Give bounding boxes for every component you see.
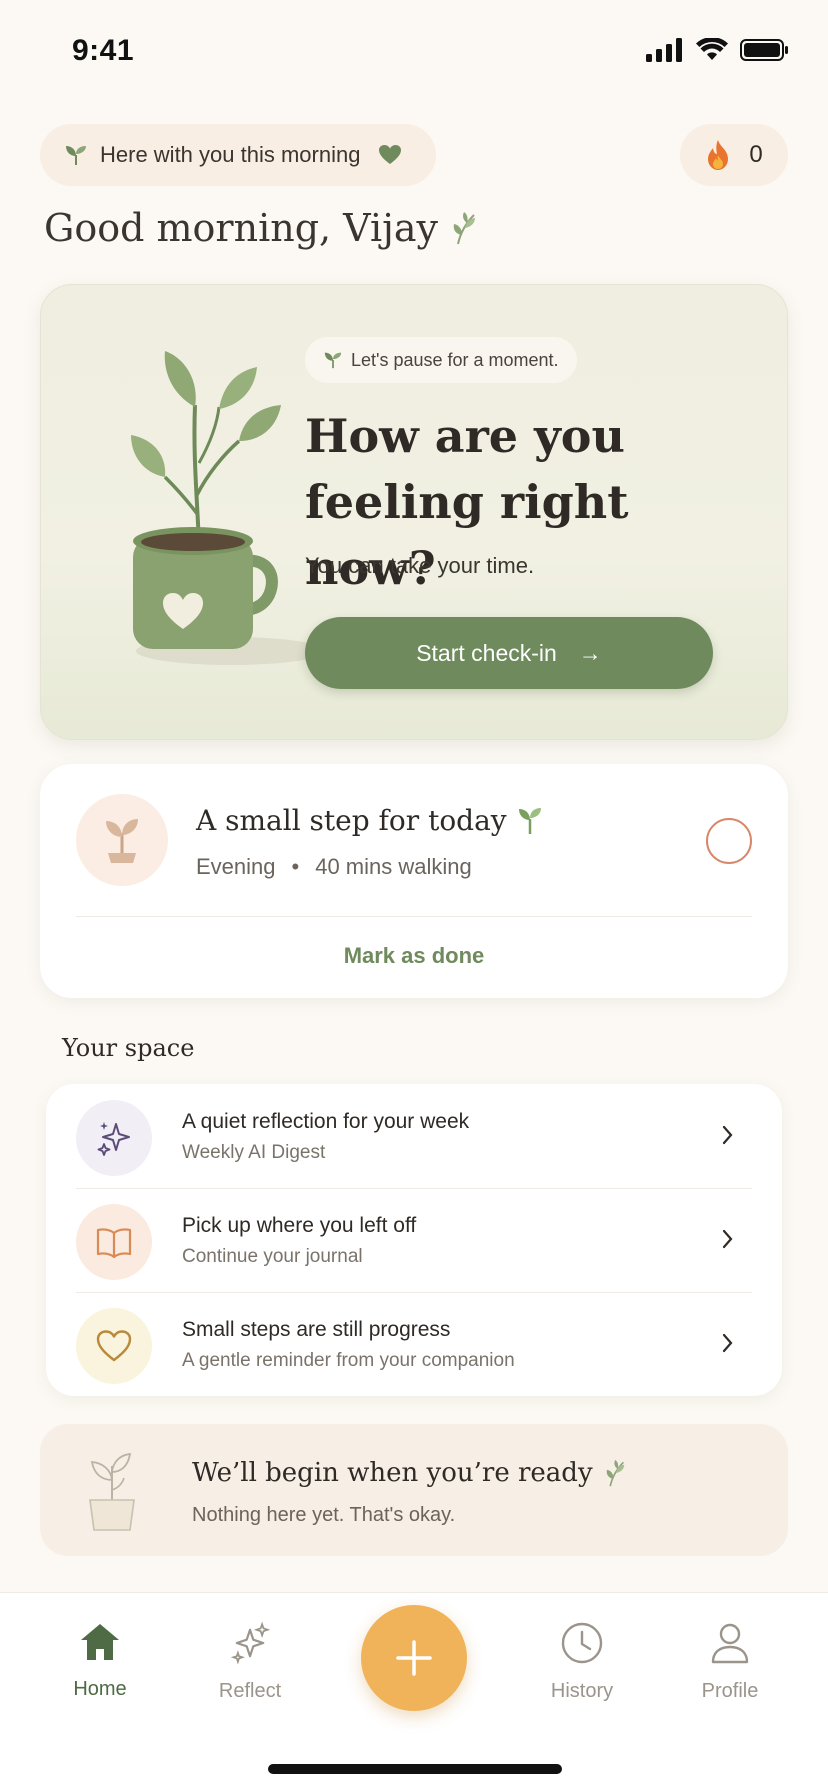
step-time: Evening — [196, 854, 276, 879]
step-icon-badge — [76, 794, 168, 886]
tab-history-label: History — [550, 1680, 614, 1702]
leaf-icon — [606, 1459, 624, 1487]
divider — [76, 916, 752, 917]
tab-home-label: Home — [73, 1678, 127, 1700]
chevron-right-icon — [722, 1229, 733, 1249]
step-activity: 40 mins walking — [315, 854, 472, 879]
plus-icon — [396, 1640, 432, 1676]
heart-icon-badge — [76, 1308, 152, 1384]
empty-title-text: We’ll begin when you’re ready — [192, 1458, 593, 1488]
user-icon — [711, 1623, 749, 1664]
empty-state-card: We’ll begin when you’re ready Nothing he… — [40, 1424, 788, 1556]
bottom-tab-bar: Home Reflect History Profile — [0, 1592, 828, 1790]
book-icon-badge — [76, 1204, 152, 1280]
sprout-icon — [66, 146, 86, 165]
greeting-pill-text: Here with you this morning — [100, 142, 361, 167]
empty-state-title: We’ll begin when you’re ready — [192, 1458, 629, 1488]
greeting-pill: Here with you this morning — [40, 124, 436, 186]
book-icon — [96, 1228, 132, 1259]
daily-step-card: A small step for today Evening • 40 mins… — [40, 764, 788, 998]
chevron-right-icon — [722, 1333, 733, 1353]
mood-checkin-card: Let's pause for a moment. How are you fe… — [40, 284, 788, 740]
chevron-right-icon — [722, 1125, 733, 1145]
status-time: 9:41 — [72, 34, 135, 67]
clock-icon — [561, 1622, 603, 1664]
streak-pill[interactable]: 0 — [680, 124, 788, 186]
start-checkin-label: Start check-in — [416, 639, 557, 666]
tab-reflect[interactable]: Reflect — [190, 1621, 310, 1703]
tab-reflect-label: Reflect — [218, 1680, 282, 1702]
signal-icon — [646, 38, 682, 62]
status-icons — [646, 38, 790, 62]
sparkle-icon — [230, 1621, 271, 1665]
list-item-subtitle: Continue your journal — [182, 1246, 363, 1267]
sparkle-icon — [97, 1122, 130, 1156]
sprout-icon — [324, 352, 342, 369]
sparkle-icon-badge — [76, 1100, 152, 1176]
list-item-subtitle: Weekly AI Digest — [182, 1142, 326, 1163]
home-icon — [81, 1624, 119, 1660]
tab-profile-label: Profile — [701, 1680, 759, 1702]
step-complete-checkbox[interactable] — [706, 818, 752, 864]
step-title: A small step for today — [196, 804, 543, 837]
arrow-right-icon: → — [578, 639, 602, 666]
mark-as-done-button[interactable]: Mark as done — [40, 934, 788, 978]
streak-count: 0 — [749, 141, 763, 168]
section-title-your-space: Your space — [62, 1034, 195, 1062]
start-checkin-button[interactable]: Start check-in → — [305, 617, 713, 689]
home-indicator[interactable] — [268, 1764, 562, 1774]
seedling-pot-icon — [106, 819, 138, 863]
leaf-icon — [453, 212, 476, 245]
pause-label-text: Let's pause for a moment. — [351, 349, 559, 370]
list-item-subtitle: A gentle reminder from your companion — [182, 1350, 515, 1371]
status-bar: 9:41 — [0, 0, 828, 100]
hero-subtitle: You can take your time. — [305, 553, 535, 578]
step-title-text: A small step for today — [196, 804, 507, 837]
empty-state-subtitle: Nothing here yet. That's okay. — [192, 1504, 456, 1526]
add-entry-button[interactable] — [361, 1605, 467, 1711]
greeting-heading: Good morning, Vijay — [44, 206, 480, 250]
wifi-icon — [696, 38, 728, 60]
heart-icon — [379, 145, 402, 164]
list-item-weekly-digest[interactable]: A quiet reflection for your week Weekly … — [46, 1084, 782, 1188]
list-item-reminder[interactable]: Small steps are still progress A gentle … — [46, 1292, 782, 1396]
flame-icon — [708, 140, 729, 170]
your-space-list: A quiet reflection for your week Weekly … — [46, 1084, 782, 1396]
list-item-title: Small steps are still progress — [182, 1318, 451, 1341]
list-item-title: A quiet reflection for your week — [182, 1110, 470, 1133]
tab-history[interactable]: History — [522, 1621, 642, 1703]
step-meta: Evening • 40 mins walking — [196, 854, 472, 880]
step-separator: • — [291, 854, 300, 879]
plant-mug-illustration — [131, 351, 326, 665]
tab-home[interactable]: Home — [40, 1621, 160, 1701]
heart-outline-icon — [96, 1330, 132, 1362]
seedling-icon — [518, 807, 541, 834]
battery-icon — [740, 39, 788, 61]
list-item-journal[interactable]: Pick up where you left off Continue your… — [46, 1188, 782, 1292]
pause-label-pill: Let's pause for a moment. — [305, 337, 577, 383]
plant-pot-icon — [89, 1452, 135, 1531]
tab-profile[interactable]: Profile — [670, 1621, 790, 1703]
greeting-text: Good morning, Vijay — [44, 206, 439, 250]
list-item-title: Pick up where you left off — [182, 1214, 417, 1237]
